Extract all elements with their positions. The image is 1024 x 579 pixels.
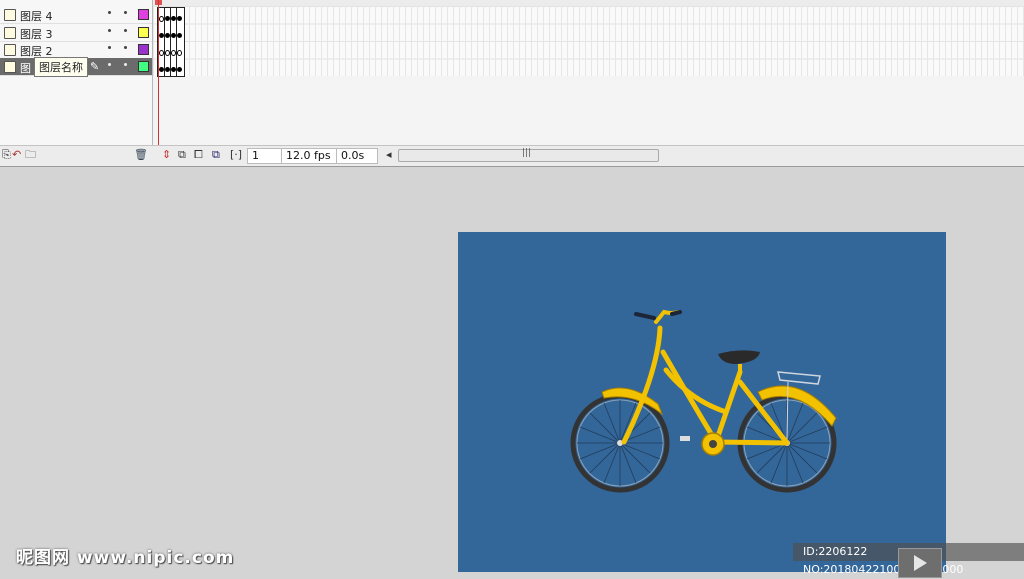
layer-name: 图层 4 — [20, 10, 53, 23]
frame-rate-field[interactable]: 12.0 fps — [281, 148, 337, 164]
delete-layer-icon[interactable]: 🗑 — [134, 149, 148, 161]
outline-color-box[interactable] — [138, 9, 149, 20]
bicycle-illustration — [570, 309, 837, 493]
onion-skin-outlines-icon[interactable]: ⧠ — [194, 149, 203, 161]
layer-list: 图层 4 图层 3 图层 2 图 ✎ 图层名称 — [0, 0, 153, 145]
scroll-left-icon[interactable]: ◂ — [386, 149, 392, 161]
layer-row-4[interactable]: 图层 4 — [0, 6, 152, 24]
add-motion-guide-icon[interactable]: ↶ — [12, 149, 21, 161]
visibility-toggle[interactable] — [108, 11, 111, 14]
elapsed-time-field[interactable]: 0.0s — [336, 148, 378, 164]
stage-canvas[interactable] — [458, 232, 946, 572]
visibility-toggle[interactable] — [108, 63, 111, 66]
play-icon — [914, 555, 927, 571]
layer-name: 图 — [20, 62, 31, 75]
lock-toggle[interactable] — [124, 29, 127, 32]
horizontal-scrollbar[interactable]: ||| — [398, 148, 659, 162]
layer-name: 图层 3 — [20, 28, 53, 41]
keyframe-block[interactable] — [157, 7, 185, 77]
timeline-panel: 图层 4 图层 3 图层 2 图 ✎ 图层名称 ⎘ ↶ 🗀 🗑 ⇕ ⧉ ⧠ ⧉ … — [0, 0, 1024, 167]
layer-row-3[interactable]: 图层 3 — [0, 24, 152, 42]
lock-toggle[interactable] — [124, 46, 127, 49]
insert-layer-icon[interactable]: ⎘ — [2, 149, 11, 161]
visibility-toggle[interactable] — [108, 29, 111, 32]
onion-skin-icon[interactable]: ⧉ — [178, 149, 186, 161]
layer-icon — [4, 61, 16, 73]
rear-wheel — [570, 393, 670, 493]
frames-grid[interactable] — [153, 6, 1024, 76]
layer-name-tooltip: 图层名称 — [34, 57, 88, 77]
edit-multiple-frames-icon[interactable]: ⧉ — [212, 149, 220, 161]
center-frame-icon[interactable]: ⇕ — [162, 149, 171, 161]
outline-color-box[interactable] — [138, 44, 149, 55]
insert-folder-icon[interactable]: 🗀 — [25, 149, 36, 161]
scrollbar-grip-icon: ||| — [522, 148, 532, 158]
outline-color-box[interactable] — [138, 61, 149, 72]
playhead[interactable] — [158, 0, 159, 145]
outline-color-box[interactable] — [138, 27, 149, 38]
layer-icon — [4, 27, 16, 39]
lock-toggle[interactable] — [124, 63, 127, 66]
layer-icon — [4, 9, 16, 21]
visibility-toggle[interactable] — [108, 46, 111, 49]
current-frame-field[interactable]: 1 — [247, 148, 283, 164]
modify-onion-markers-icon[interactable]: [·] — [230, 149, 242, 161]
lock-toggle[interactable] — [124, 11, 127, 14]
layer-icon — [4, 44, 16, 56]
play-button[interactable] — [898, 548, 942, 578]
pencil-icon: ✎ — [90, 60, 100, 73]
site-watermark: 昵图网 www.nipic.com — [16, 548, 235, 568]
timeline-toolbar: ⎘ ↶ 🗀 🗑 ⇕ ⧉ ⧠ ⧉ [·] 1 12.0 fps 0.0s ◂ ||… — [0, 145, 1024, 166]
